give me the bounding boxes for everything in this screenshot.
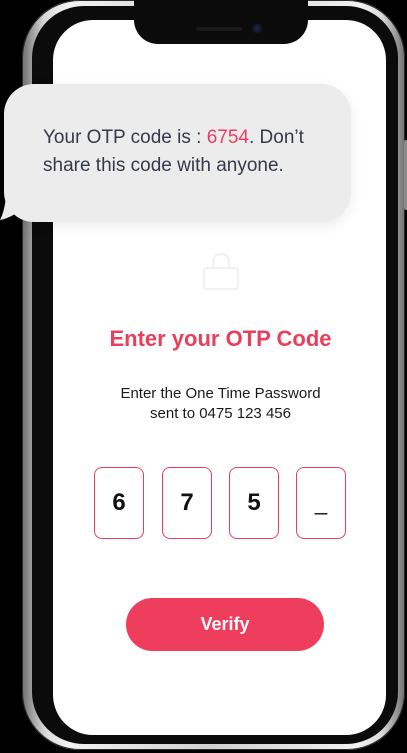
otp-digit-4[interactable]: _: [296, 467, 346, 539]
sms-text-before: Your OTP code is :: [43, 127, 207, 148]
otp-digit-1[interactable]: 6: [94, 467, 144, 539]
sms-otp-code: 6754: [206, 127, 249, 148]
speaker-grille: [196, 27, 242, 31]
otp-digit-3[interactable]: 5: [229, 467, 279, 539]
bubble-tail: [0, 190, 30, 220]
phone-notch: [134, 0, 308, 44]
page-title: Enter your OTP Code: [109, 326, 332, 351]
front-camera: [253, 24, 263, 34]
instructions-line-1: Enter the One Time Password: [120, 385, 321, 402]
otp-instructions: Enter the One Time Password sent to 0475…: [0, 384, 407, 424]
sms-message-text: Your OTP code is : 6754. Don’t share thi…: [43, 124, 343, 180]
instructions-line-2: sent to 0475 123 456: [150, 405, 291, 422]
lock-icon: [202, 252, 240, 291]
otp-digit-2[interactable]: 7: [162, 467, 212, 539]
verify-button[interactable]: Verify: [126, 598, 324, 651]
